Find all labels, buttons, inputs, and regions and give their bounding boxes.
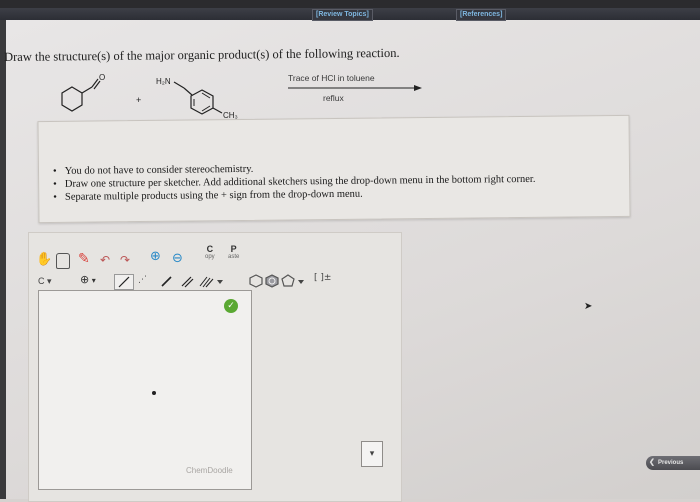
- plus-charge-icon: ⊕: [80, 273, 90, 286]
- drawing-canvas[interactable]: ✓: [38, 290, 252, 490]
- amine-bond: [173, 81, 185, 89]
- instructions-panel: You do not have to consider stereochemis…: [37, 114, 631, 224]
- paste-letter: P: [230, 244, 237, 254]
- paste-button[interactable]: P aste: [228, 244, 239, 260]
- hand-icon[interactable]: ✋: [36, 253, 52, 266]
- copy-letter: C: [206, 244, 214, 254]
- chevron-down-icon: ▾: [369, 449, 375, 459]
- cyclopentane-template-icon[interactable]: [280, 274, 306, 291]
- left-window-edge: [0, 20, 6, 499]
- zoom-out-icon[interactable]: ⊖: [172, 252, 183, 265]
- review-topics-link[interactable]: [Review Topics]: [312, 9, 373, 21]
- zoom-in-icon[interactable]: ⊕: [150, 250, 161, 263]
- eraser-icon[interactable]: ✎: [78, 252, 90, 266]
- copy-button[interactable]: C opy: [205, 244, 215, 260]
- bond-types-dropdown[interactable]: [198, 274, 224, 291]
- chevron-down-icon: ▾: [44, 276, 52, 286]
- bracket-tool[interactable]: [ ]±: [314, 273, 331, 283]
- undo-icon[interactable]: ↶: [100, 254, 110, 266]
- copy-sub: opy: [205, 254, 215, 260]
- references-link[interactable]: [References]: [456, 9, 507, 21]
- cyclohexane-ring: [61, 86, 83, 112]
- plus-sign: +: [136, 95, 141, 105]
- conditions-reagent: Trace of HCl in toluene: [288, 73, 375, 83]
- add-sketcher-dropdown[interactable]: ▾: [361, 441, 383, 467]
- lasso-icon[interactable]: [56, 253, 70, 269]
- conditions-reflux: reflux: [323, 93, 344, 103]
- triple-bond-icon[interactable]: [180, 274, 194, 291]
- chemdoodle-brand: ChemDoodle: [186, 466, 233, 475]
- double-bond-icon[interactable]: [160, 274, 174, 291]
- benzene-template-icon[interactable]: [264, 274, 280, 291]
- benzyl-bond: [183, 87, 193, 96]
- chevron-down-icon: ▾: [89, 276, 96, 285]
- reaction-scheme: O + H₂N CH₃: [50, 68, 450, 123]
- cyclohexane-template-icon[interactable]: [248, 274, 264, 291]
- charge-button[interactable]: ⊕ ▾: [80, 274, 96, 285]
- checkmark-icon[interactable]: ✓: [224, 299, 238, 313]
- top-strip: [0, 0, 700, 8]
- aldehyde-bond: [81, 86, 93, 94]
- reaction-arrow-head: [414, 85, 422, 91]
- instructions-list: You do not have to consider stereochemis…: [53, 161, 536, 205]
- carbonyl-oxygen: O: [99, 73, 105, 82]
- previous-button[interactable]: Previous: [646, 456, 700, 470]
- single-bond-icon[interactable]: [114, 274, 134, 290]
- wedge-hash-bond-icon[interactable]: ⋰: [138, 276, 147, 285]
- redo-icon[interactable]: ↷: [120, 254, 130, 266]
- atom-dot: [152, 391, 156, 395]
- mouse-cursor-icon: ➤: [584, 301, 593, 312]
- reaction-diagram: O + H₂N CH₃: [61, 73, 422, 120]
- carbon-selector[interactable]: C ▾: [38, 276, 52, 287]
- amine-label: H₂N: [156, 77, 171, 86]
- paste-sub: aste: [228, 254, 240, 260]
- methyl-bond: [212, 107, 223, 114]
